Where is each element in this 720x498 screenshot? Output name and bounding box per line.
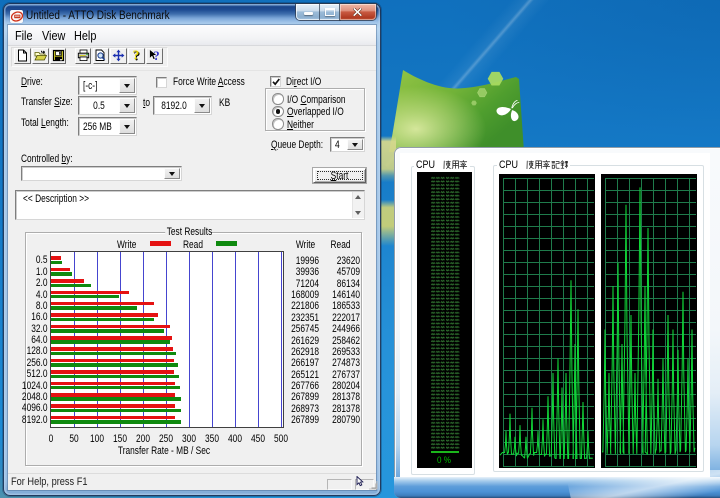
svg-text:?: ? (133, 49, 140, 62)
